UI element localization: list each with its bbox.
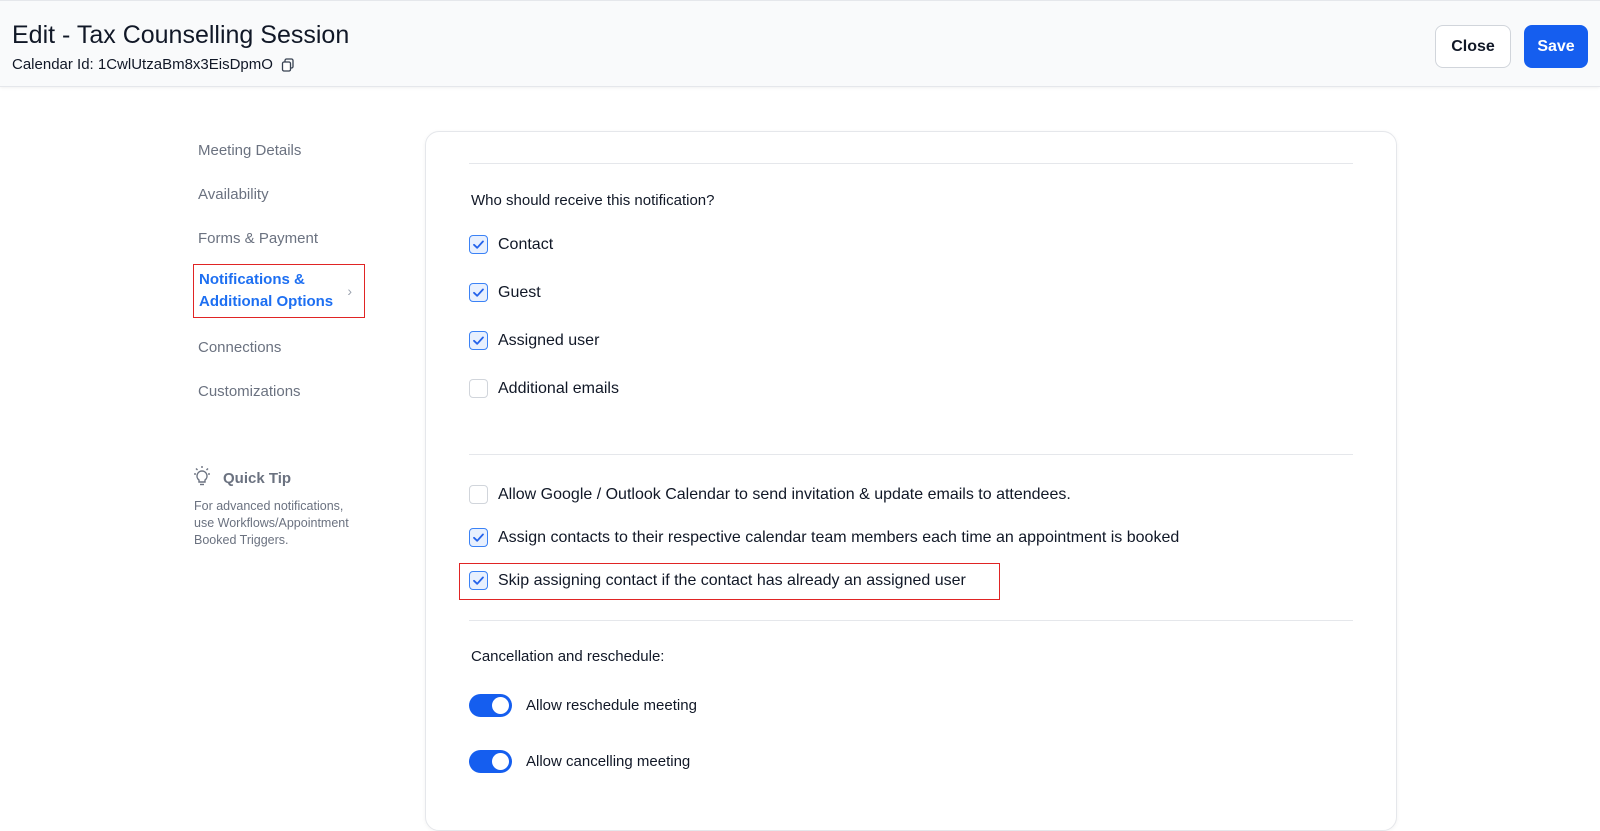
sidebar-item-notifications-label: Notifications & Additional Options: [199, 269, 333, 313]
divider: [469, 163, 1353, 164]
chevron-right-icon: ›: [347, 283, 352, 299]
toggle-knob: [492, 697, 509, 714]
sidebar-item-forms-payment[interactable]: Forms & Payment: [190, 222, 362, 255]
checkbox-contact[interactable]: [469, 235, 488, 254]
option-calendar-invites[interactable]: Allow Google / Outlook Calendar to send …: [469, 485, 1071, 504]
sidebar-item-notifications-line1: Notifications &: [199, 271, 305, 288]
sidebar-item-notifications[interactable]: Notifications & Additional Options ›: [193, 264, 365, 318]
sidebar-item-connections[interactable]: Connections: [190, 331, 362, 364]
checkbox-assign-contacts[interactable]: [469, 528, 488, 547]
recipients-question: Who should receive this notification?: [471, 192, 715, 209]
option-skip-assigning[interactable]: Skip assigning contact if the contact ha…: [469, 571, 966, 590]
recipient-guest[interactable]: Guest: [469, 283, 541, 302]
calendar-id: Calendar Id: 1CwlUtzaBm8x3EisDpmO: [12, 56, 295, 73]
recipient-additional-emails-label: Additional emails: [498, 379, 619, 397]
cancel-toggle-label: Allow cancelling meeting: [526, 753, 691, 770]
option-calendar-invites-label: Allow Google / Outlook Calendar to send …: [498, 485, 1071, 503]
lightbulb-icon: [191, 465, 213, 491]
copy-icon[interactable]: [281, 57, 295, 72]
save-button[interactable]: Save: [1524, 25, 1588, 68]
sidebar-item-customizations[interactable]: Customizations: [190, 375, 362, 408]
checkbox-skip-assigning[interactable]: [469, 571, 488, 590]
quick-tip-text: For advanced notifications, use Workflow…: [194, 499, 349, 547]
checkbox-additional-emails[interactable]: [469, 379, 488, 398]
settings-card: [425, 131, 1397, 831]
sidebar-item-availability[interactable]: Availability: [190, 178, 362, 211]
recipient-additional-emails[interactable]: Additional emails: [469, 379, 619, 398]
recipient-assigned-user[interactable]: Assigned user: [469, 331, 599, 350]
quick-tip-title: Quick Tip: [223, 469, 292, 487]
option-assign-contacts[interactable]: Assign contacts to their respective cale…: [469, 528, 1179, 547]
sidebar-item-notifications-line2: Additional Options: [199, 293, 334, 310]
quick-tip-heading: Quick Tip: [191, 465, 291, 491]
checkbox-guest[interactable]: [469, 283, 488, 302]
reschedule-toggle-label: Allow reschedule meeting: [526, 697, 697, 714]
checkbox-assigned-user[interactable]: [469, 331, 488, 350]
toggle-row-cancel[interactable]: Allow cancelling meeting: [469, 750, 690, 773]
calendar-id-text: Calendar Id: 1CwlUtzaBm8x3EisDpmO: [12, 56, 273, 73]
option-skip-assigning-label: Skip assigning contact if the contact ha…: [498, 571, 966, 589]
divider: [469, 454, 1353, 455]
cancel-toggle[interactable]: [469, 750, 512, 773]
option-assign-contacts-label: Assign contacts to their respective cale…: [498, 528, 1180, 546]
close-button[interactable]: Close: [1435, 25, 1511, 68]
recipient-contact-label: Contact: [498, 235, 554, 253]
sidebar-item-meeting-details[interactable]: Meeting Details: [190, 134, 362, 167]
recipient-contact[interactable]: Contact: [469, 235, 553, 254]
recipient-guest-label: Guest: [498, 283, 541, 301]
page-title: Edit - Tax Counselling Session: [12, 21, 350, 49]
page-header: Edit - Tax Counselling Session Calendar …: [0, 0, 1600, 87]
recipient-assigned-user-label: Assigned user: [498, 331, 600, 349]
toggle-knob: [492, 753, 509, 770]
checkbox-calendar-invites[interactable]: [469, 485, 488, 504]
reschedule-toggle[interactable]: [469, 694, 512, 717]
cancellation-title: Cancellation and reschedule:: [471, 648, 665, 665]
toggle-row-reschedule[interactable]: Allow reschedule meeting: [469, 694, 697, 717]
divider: [469, 620, 1353, 621]
